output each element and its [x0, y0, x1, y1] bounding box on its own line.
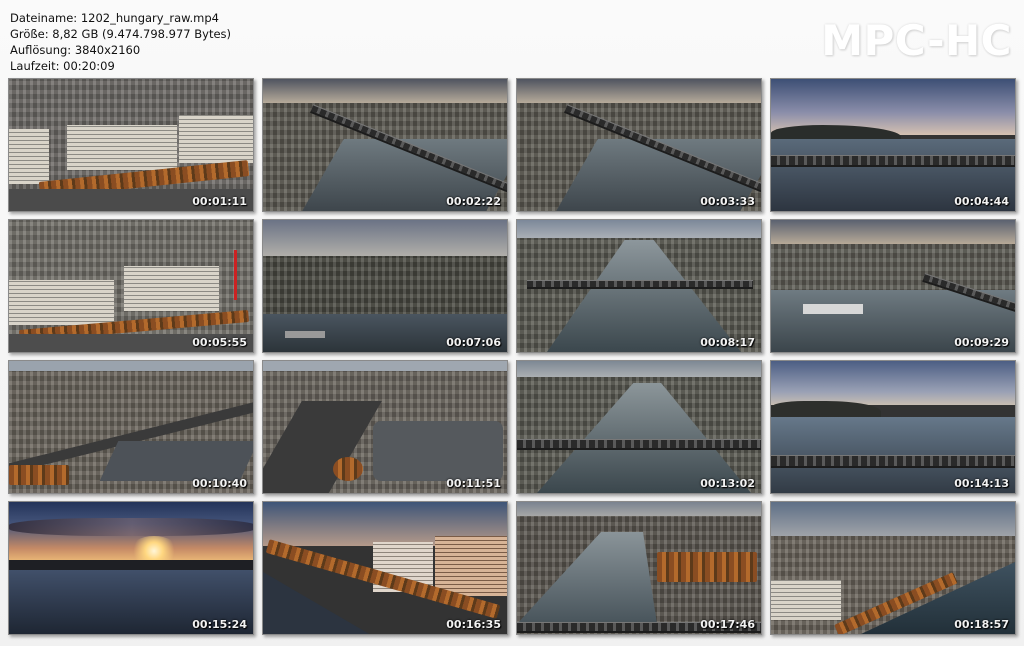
timestamp-label: 00:17:46 [700, 618, 755, 631]
timestamp-label: 00:04:44 [954, 195, 1009, 208]
thumbnail-grid: 00:01:11 00:02:22 00:03:33 00:04:44 00:0… [8, 78, 1016, 635]
timestamp-label: 00:03:33 [700, 195, 755, 208]
thumbnail-image [9, 502, 253, 634]
timestamp-label: 00:08:17 [700, 336, 755, 349]
duration-text: Laufzeit: 00:20:09 [10, 59, 115, 73]
thumbnail[interactable]: 00:09:29 [770, 219, 1016, 353]
timestamp-label: 00:09:29 [954, 336, 1009, 349]
thumbnail-image [771, 502, 1015, 634]
thumbnail-image [263, 502, 507, 634]
thumbnail-image [771, 220, 1015, 352]
thumbnail[interactable]: 00:15:24 [8, 501, 254, 635]
thumbnail[interactable]: 00:04:44 [770, 78, 1016, 212]
thumbnail-image [517, 361, 761, 493]
thumbnail-image [263, 361, 507, 493]
timestamp-label: 00:01:11 [192, 195, 247, 208]
timestamp-label: 00:16:35 [446, 618, 501, 631]
thumbnail-image [9, 361, 253, 493]
resolution-text: Auflösung: 3840x2160 [10, 43, 141, 57]
thumbnail[interactable]: 00:14:13 [770, 360, 1016, 494]
thumbnail-image [517, 220, 761, 352]
thumbnail[interactable]: 00:02:22 [262, 78, 508, 212]
thumbnail-image [517, 79, 761, 211]
thumbnail[interactable]: 00:10:40 [8, 360, 254, 494]
thumbnail-image [9, 79, 253, 211]
thumbnail-image [263, 220, 507, 352]
thumbnail-image [771, 361, 1015, 493]
thumbnail[interactable]: 00:11:51 [262, 360, 508, 494]
timestamp-label: 00:14:13 [954, 477, 1009, 490]
timestamp-label: 00:05:55 [192, 336, 247, 349]
thumbnail[interactable]: 00:18:57 [770, 501, 1016, 635]
thumbnail[interactable]: 00:08:17 [516, 219, 762, 353]
timestamp-label: 00:10:40 [192, 477, 247, 490]
thumbnail[interactable]: 00:05:55 [8, 219, 254, 353]
file-info-panel: Dateiname: 1202_hungary_raw.mp4 Größe: 8… [10, 10, 231, 74]
filename-text: Dateiname: 1202_hungary_raw.mp4 [10, 11, 219, 25]
timestamp-label: 00:13:02 [700, 477, 755, 490]
timestamp-label: 00:11:51 [446, 477, 501, 490]
thumbnail[interactable]: 00:17:46 [516, 501, 762, 635]
thumbnail[interactable]: 00:16:35 [262, 501, 508, 635]
mpc-hc-logo: MPC-HC [821, 16, 1012, 65]
timestamp-label: 00:02:22 [446, 195, 501, 208]
thumbnail-image [517, 502, 761, 634]
thumbnail[interactable]: 00:07:06 [262, 219, 508, 353]
thumbnail-image [771, 79, 1015, 211]
thumbnail-image [263, 79, 507, 211]
filesize-text: Größe: 8,82 GB (9.474.798.977 Bytes) [10, 27, 232, 41]
thumbnail[interactable]: 00:13:02 [516, 360, 762, 494]
thumbnail[interactable]: 00:01:11 [8, 78, 254, 212]
thumbnail-image [9, 220, 253, 352]
timestamp-label: 00:18:57 [954, 618, 1009, 631]
thumbnail[interactable]: 00:03:33 [516, 78, 762, 212]
timestamp-label: 00:15:24 [192, 618, 247, 631]
timestamp-label: 00:07:06 [446, 336, 501, 349]
